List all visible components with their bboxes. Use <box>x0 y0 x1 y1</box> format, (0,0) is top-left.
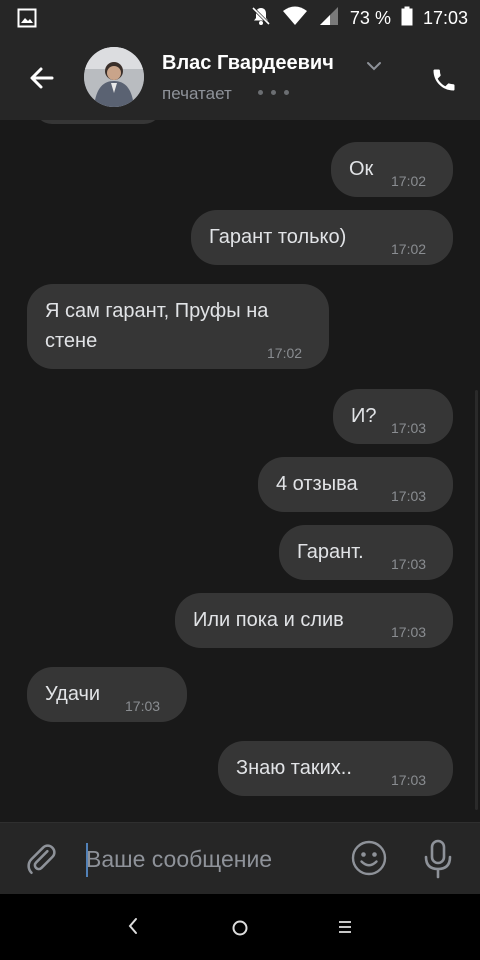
scrollbar[interactable] <box>475 390 478 810</box>
notifications-off-icon <box>250 5 272 32</box>
message-text: Удачи <box>45 683 101 705</box>
message-text: Знаю таких.. <box>236 757 352 779</box>
smiley-icon <box>351 840 387 876</box>
emoji-button[interactable] <box>350 839 388 882</box>
nav-back-button[interactable] <box>126 917 140 940</box>
system-nav-bar <box>0 894 480 960</box>
battery-percent: 73 % <box>349 7 391 28</box>
message-bubble-incoming[interactable]: Удачи 17:03 <box>27 667 187 722</box>
nav-home-button[interactable] <box>231 919 249 942</box>
nav-home-icon <box>232 920 248 936</box>
message-time: 17:03 <box>391 624 427 640</box>
message-text-line: стене <box>45 330 98 352</box>
typing-status: печатает <box>162 84 232 103</box>
chevron-down-icon[interactable] <box>366 58 382 76</box>
wifi-icon <box>282 6 308 31</box>
message-text: Ок <box>349 158 374 180</box>
paperclip-icon <box>27 844 56 875</box>
message-text-line: Я сам гарант, Пруфы на <box>45 300 269 322</box>
nav-back-icon <box>128 918 137 934</box>
typing-indicator <box>258 90 289 95</box>
message-bubble-outgoing[interactable]: Или пока и слив 17:03 <box>175 593 453 648</box>
gallery-notification-icon <box>17 8 37 33</box>
message-bubble-outgoing[interactable]: И? 17:03 <box>333 389 453 444</box>
nav-menu-icon <box>339 921 351 933</box>
message-time: 17:02 <box>391 241 427 257</box>
message-list[interactable]: Ок 17:02 Гарант только) 17:02 Я сам гара… <box>0 120 480 822</box>
cell-signal-icon <box>318 6 340 31</box>
avatar[interactable] <box>84 47 144 107</box>
message-bubble-outgoing[interactable]: 4 отзыва 17:03 <box>258 457 453 512</box>
status-time: 17:03 <box>422 7 468 28</box>
message-bubble-outgoing[interactable]: Знаю таких.. 17:03 <box>218 741 453 796</box>
chat-header: Влас Гвардеевич печатает <box>0 36 480 120</box>
message-bubble-incoming[interactable]: Я сам гарант, Пруфы на стене 17:02 <box>27 284 329 369</box>
message-time: 17:03 <box>391 772 427 788</box>
back-button[interactable] <box>26 62 58 94</box>
status-bar: 73 % 17:03 <box>0 0 480 36</box>
message-text: Или пока и слив <box>193 609 344 631</box>
message-bubble-outgoing[interactable]: Гарант только) 17:02 <box>191 210 453 265</box>
call-button[interactable] <box>430 66 458 94</box>
message-text: Гарант. <box>297 541 364 563</box>
message-text: 4 отзыва <box>276 473 358 495</box>
message-text: И? <box>351 405 377 427</box>
message-bubble-outgoing[interactable]: Ок 17:02 <box>331 142 453 197</box>
message-text: Гарант только) <box>209 226 347 248</box>
message-bubble-outgoing[interactable]: Гарант. 17:03 <box>279 525 453 580</box>
arrow-left-icon <box>30 67 54 89</box>
battery-icon <box>401 6 413 31</box>
nav-menu-button[interactable] <box>336 918 354 941</box>
voice-message-button[interactable] <box>423 839 453 884</box>
message-input[interactable]: Ваше сообщение <box>86 846 272 873</box>
microphone-icon <box>424 839 452 879</box>
message-time: 17:03 <box>391 420 427 436</box>
message-bubble-incoming[interactable] <box>34 120 162 124</box>
phone-icon <box>433 69 455 91</box>
message-time: 17:03 <box>391 488 427 504</box>
message-time: 17:02 <box>267 345 303 361</box>
contact-name[interactable]: Влас Гвардеевич <box>162 52 334 75</box>
message-time: 17:03 <box>391 556 427 572</box>
message-time: 17:02 <box>391 173 427 189</box>
attach-button[interactable] <box>24 841 58 882</box>
message-composer: Ваше сообщение <box>0 822 480 895</box>
message-time: 17:03 <box>125 698 161 714</box>
